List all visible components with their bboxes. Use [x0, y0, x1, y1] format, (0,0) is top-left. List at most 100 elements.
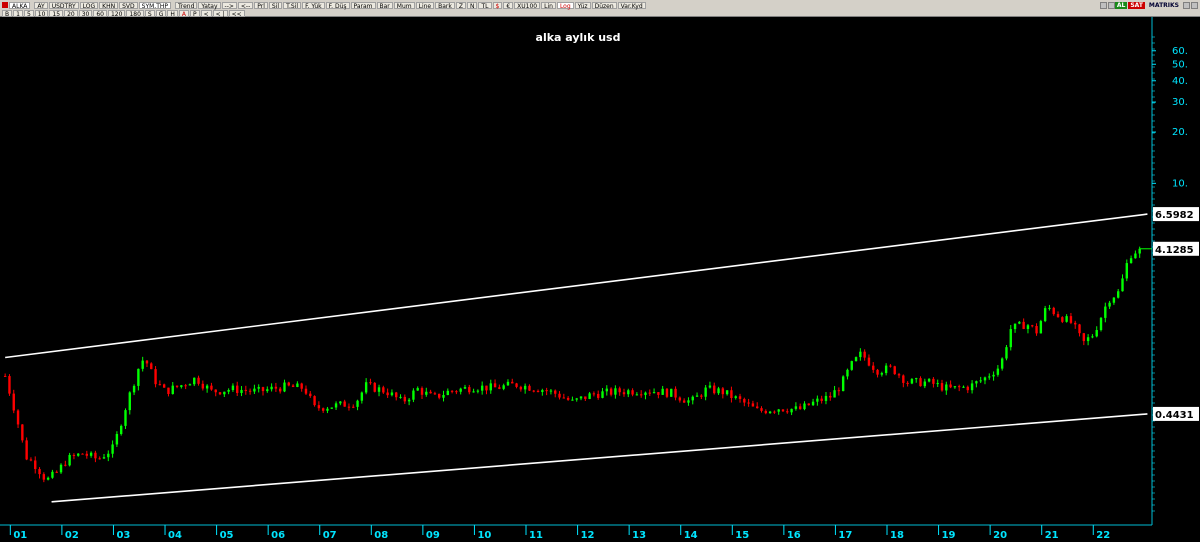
candle-body — [781, 409, 785, 412]
tool-button[interactable]: Trend — [175, 1, 198, 10]
candle-body — [983, 377, 987, 381]
candle-body — [21, 424, 24, 441]
tool-button[interactable]: Prl — [254, 1, 268, 10]
interval-button[interactable]: 180 — [126, 9, 144, 18]
candle-body — [339, 401, 342, 404]
tool-button[interactable]: Bark — [435, 1, 455, 10]
candle-body — [820, 398, 823, 401]
interval-button[interactable]: < — [200, 9, 212, 18]
log-button[interactable]: LOG — [79, 1, 99, 10]
interval-button[interactable]: << — [228, 9, 245, 18]
candle-body — [326, 408, 329, 411]
candle-body — [1108, 302, 1111, 307]
candle-body — [833, 390, 836, 398]
candle-body — [407, 399, 411, 402]
interval-button[interactable]: B — [2, 9, 13, 18]
tool-button[interactable]: € — [503, 1, 514, 10]
candle-body — [691, 396, 694, 401]
candle-body — [661, 388, 664, 395]
tool-button[interactable]: Log — [556, 1, 574, 10]
tool-button[interactable]: --> — [221, 1, 237, 10]
tool-button[interactable]: Yüz — [574, 1, 591, 10]
candle-body — [360, 392, 364, 401]
candle-body — [1031, 325, 1034, 327]
khn-button[interactable]: KHN — [99, 1, 119, 10]
candle-body — [205, 385, 209, 389]
candle-body — [1039, 321, 1043, 334]
interval-button[interactable]: P — [189, 9, 200, 18]
close-icon[interactable] — [1191, 1, 1198, 9]
candle-body — [55, 471, 58, 473]
tool-button[interactable]: Lin — [541, 1, 556, 10]
candle-body — [1018, 321, 1021, 324]
currency-button[interactable]: USDTRY — [48, 1, 79, 10]
tool-button[interactable]: F. Yük — [302, 1, 325, 10]
candle-body — [309, 393, 312, 397]
tool-button[interactable]: Var.Kyd — [617, 1, 646, 10]
symbol-selector[interactable]: ALKA — [2, 1, 31, 10]
candle-body — [571, 399, 574, 401]
candle-body — [128, 392, 131, 411]
interval-button[interactable]: G — [155, 9, 167, 18]
symbol-field[interactable]: ALKA — [9, 1, 31, 10]
interval-button[interactable]: 20 — [64, 9, 78, 18]
candle-body — [717, 388, 720, 394]
interval-button[interactable]: 15 — [49, 9, 64, 18]
interval-button[interactable]: 1 — [13, 9, 23, 18]
candle-body — [992, 374, 995, 377]
refresh-icon[interactable] — [1107, 1, 1115, 9]
period-button[interactable]: AY — [34, 1, 48, 10]
candle-body — [1013, 323, 1017, 330]
interval-button[interactable]: < | — [212, 9, 228, 18]
candle-body — [949, 384, 952, 388]
interval-button[interactable]: 30 — [78, 9, 93, 18]
tool-button[interactable]: N — [466, 1, 478, 10]
candle-body — [859, 351, 862, 358]
sell-button[interactable]: SAT — [1128, 1, 1145, 9]
candle-body — [433, 393, 437, 395]
tool-button[interactable]: Mum — [393, 1, 415, 10]
tool-button[interactable]: Sil — [268, 1, 283, 10]
tool-button[interactable]: T.Sil — [283, 1, 302, 10]
candle-body — [480, 385, 484, 391]
tool-button[interactable]: XU100 — [514, 1, 541, 10]
window-icon[interactable] — [1099, 1, 1107, 9]
minimize-icon[interactable] — [1183, 1, 1190, 9]
interval-button[interactable]: A — [178, 9, 189, 18]
interval-button[interactable]: 60 — [93, 9, 107, 18]
candle-body — [579, 396, 583, 399]
candle-body — [1009, 329, 1012, 348]
interval-button[interactable]: 5 — [23, 9, 34, 18]
tool-button[interactable]: Param — [350, 1, 376, 10]
interval-button[interactable]: 120 — [107, 9, 126, 18]
candle-body — [343, 401, 346, 407]
candle-body — [1022, 321, 1025, 329]
price-chart[interactable]: 60. 50. 40. 30. 20. 10. 01 02 03 04 05 06 07 08 09 10 1… — [0, 17, 1200, 542]
tool-button[interactable]: Line — [415, 1, 435, 10]
buy-button[interactable]: AL — [1114, 1, 1128, 9]
price-label-text: 6.5982 — [1155, 210, 1194, 221]
tool-button[interactable]: Yatay — [198, 1, 221, 10]
candle-body — [631, 390, 634, 395]
chart-area[interactable]: 60. 50. 40. 30. 20. 10. 01 02 03 04 05 06 07 08 09 10 1… — [0, 17, 1200, 542]
svd-button[interactable]: SVD — [119, 1, 138, 10]
tool-button[interactable]: $ — [492, 1, 503, 10]
tool-button[interactable]: F. Düş — [325, 1, 350, 10]
x-tick-label: 17 — [838, 530, 852, 541]
tool-button[interactable]: Bar — [376, 1, 393, 10]
candle-body — [278, 388, 282, 392]
tool-button[interactable]: Z — [455, 1, 466, 10]
template-dropdown[interactable]: SYM.THP — [138, 1, 171, 10]
candle-body — [1026, 325, 1030, 329]
candle-body — [575, 398, 578, 400]
tool-button[interactable]: TL — [478, 1, 492, 10]
candle-body — [996, 368, 1000, 375]
candle-body — [68, 454, 71, 466]
x-tick-label: 08 — [374, 530, 388, 541]
tool-button[interactable]: Düzen — [591, 1, 617, 10]
interval-button[interactable]: H — [167, 9, 178, 18]
tool-button[interactable]: <-- — [237, 1, 254, 10]
interval-button[interactable]: 10 — [34, 9, 49, 18]
interval-button[interactable]: S — [144, 9, 155, 18]
candle-body — [566, 397, 570, 400]
